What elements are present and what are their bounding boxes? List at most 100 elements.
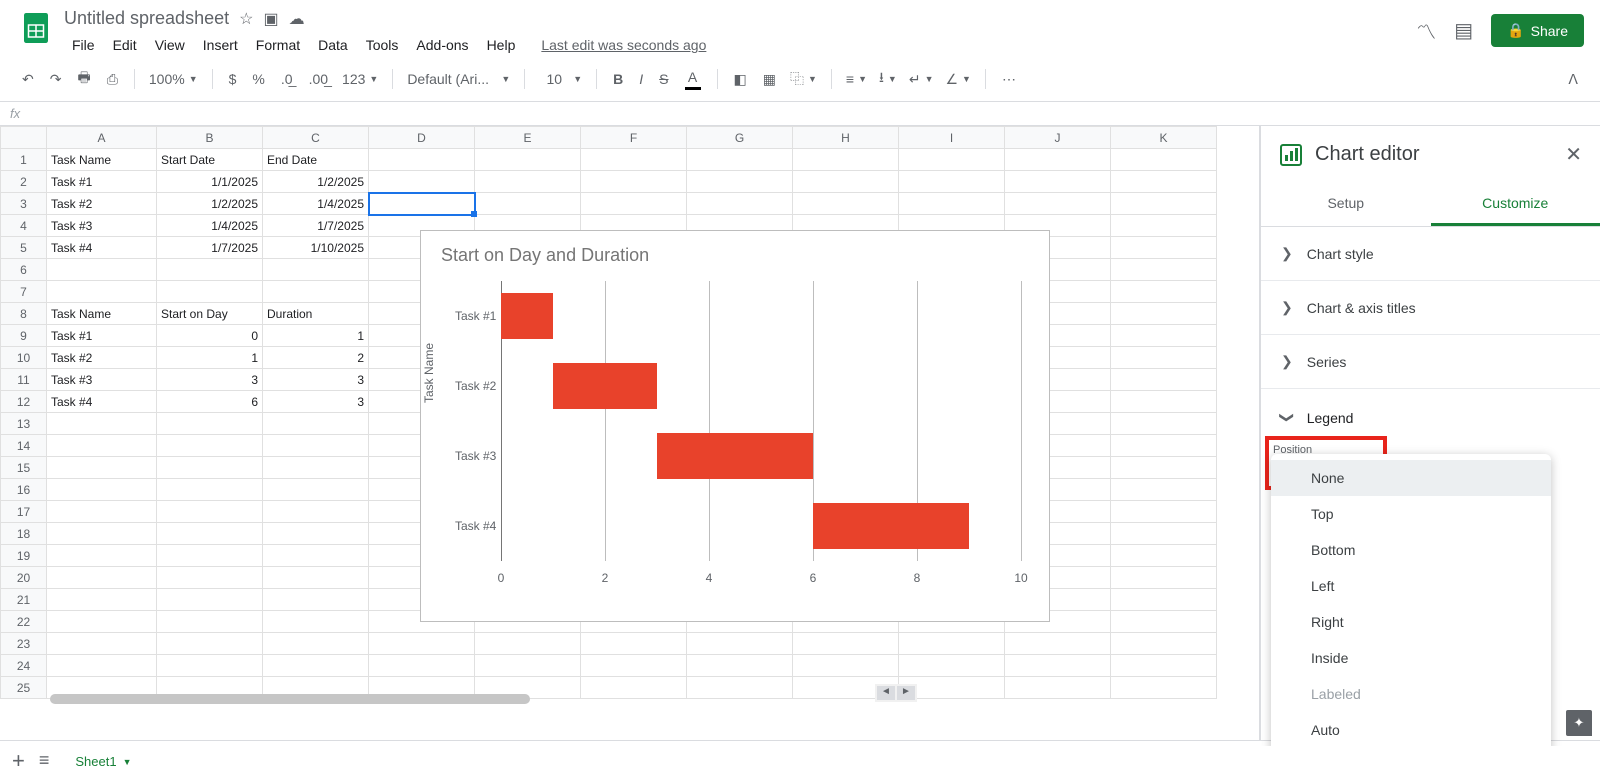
scroll-arrows[interactable]: ◄► bbox=[875, 684, 917, 702]
dec-decrease-button[interactable]: .0̲ bbox=[275, 67, 299, 91]
cell-B11[interactable]: 3 bbox=[157, 369, 263, 391]
cell-K22[interactable] bbox=[1111, 611, 1217, 633]
cell-F23[interactable] bbox=[581, 633, 687, 655]
horizontal-scrollbar[interactable] bbox=[50, 694, 530, 704]
merge-button[interactable]: ⿻▼ bbox=[786, 67, 821, 91]
cell-C23[interactable] bbox=[263, 633, 369, 655]
cell-J3[interactable] bbox=[1005, 193, 1111, 215]
cell-B5[interactable]: 1/7/2025 bbox=[157, 237, 263, 259]
row-header-17[interactable]: 17 bbox=[1, 501, 47, 523]
row-header-24[interactable]: 24 bbox=[1, 655, 47, 677]
cell-C19[interactable] bbox=[263, 545, 369, 567]
row-header-15[interactable]: 15 bbox=[1, 457, 47, 479]
cell-K25[interactable] bbox=[1111, 677, 1217, 699]
sheet-tab-1[interactable]: Sheet1▼ bbox=[63, 744, 143, 777]
position-option-bottom[interactable]: Bottom bbox=[1271, 532, 1551, 568]
cell-C11[interactable]: 3 bbox=[263, 369, 369, 391]
collapse-toolbar-button[interactable]: ᐱ bbox=[1562, 67, 1584, 92]
cell-C13[interactable] bbox=[263, 413, 369, 435]
cell-B22[interactable] bbox=[157, 611, 263, 633]
menu-addons[interactable]: Add-ons bbox=[408, 33, 476, 57]
menu-view[interactable]: View bbox=[147, 33, 193, 57]
cell-C2[interactable]: 1/2/2025 bbox=[263, 171, 369, 193]
print-button[interactable]: 🖶 bbox=[71, 63, 96, 95]
row-header-10[interactable]: 10 bbox=[1, 347, 47, 369]
cell-B10[interactable]: 1 bbox=[157, 347, 263, 369]
section-series[interactable]: ❯Series bbox=[1261, 335, 1600, 389]
cell-K17[interactable] bbox=[1111, 501, 1217, 523]
col-header-E[interactable]: E bbox=[475, 127, 581, 149]
tab-customize[interactable]: Customize bbox=[1431, 183, 1600, 226]
cell-E3[interactable] bbox=[475, 193, 581, 215]
cell-G25[interactable] bbox=[687, 677, 793, 699]
cell-K18[interactable] bbox=[1111, 523, 1217, 545]
row-header-23[interactable]: 23 bbox=[1, 633, 47, 655]
halign-button[interactable]: ≡▼ bbox=[842, 69, 871, 89]
row-header-7[interactable]: 7 bbox=[1, 281, 47, 303]
cell-C5[interactable]: 1/10/2025 bbox=[263, 237, 369, 259]
strike-button[interactable]: S bbox=[653, 67, 674, 91]
cell-B2[interactable]: 1/1/2025 bbox=[157, 171, 263, 193]
all-sheets-button[interactable]: ≡ bbox=[39, 750, 50, 771]
cell-K11[interactable] bbox=[1111, 369, 1217, 391]
chart-bar[interactable] bbox=[553, 363, 657, 409]
chart-bar[interactable] bbox=[501, 293, 553, 339]
position-option-right[interactable]: Right bbox=[1271, 604, 1551, 640]
cell-D3[interactable] bbox=[369, 193, 475, 215]
cell-B13[interactable] bbox=[157, 413, 263, 435]
cell-B6[interactable] bbox=[157, 259, 263, 281]
cell-F1[interactable] bbox=[581, 149, 687, 171]
cell-B23[interactable] bbox=[157, 633, 263, 655]
cell-C24[interactable] bbox=[263, 655, 369, 677]
move-icon[interactable]: ▣ bbox=[263, 9, 278, 29]
cell-B8[interactable]: Start on Day bbox=[157, 303, 263, 325]
toolbar-more-button[interactable]: ⋯ bbox=[996, 67, 1022, 92]
col-header-H[interactable]: H bbox=[793, 127, 899, 149]
cell-A24[interactable] bbox=[47, 655, 157, 677]
cell-J23[interactable] bbox=[1005, 633, 1111, 655]
cell-C22[interactable] bbox=[263, 611, 369, 633]
cell-B1[interactable]: Start Date bbox=[157, 149, 263, 171]
cell-A5[interactable]: Task #4 bbox=[47, 237, 157, 259]
cell-G23[interactable] bbox=[687, 633, 793, 655]
doc-title[interactable]: Untitled spreadsheet bbox=[64, 8, 229, 29]
row-header-1[interactable]: 1 bbox=[1, 149, 47, 171]
cell-H1[interactable] bbox=[793, 149, 899, 171]
wrap-button[interactable]: ↵▼ bbox=[905, 69, 938, 90]
cell-A23[interactable] bbox=[47, 633, 157, 655]
cell-B21[interactable] bbox=[157, 589, 263, 611]
cell-K19[interactable] bbox=[1111, 545, 1217, 567]
col-header-I[interactable]: I bbox=[899, 127, 1005, 149]
cell-B4[interactable]: 1/4/2025 bbox=[157, 215, 263, 237]
row-header-9[interactable]: 9 bbox=[1, 325, 47, 347]
cell-I24[interactable] bbox=[899, 655, 1005, 677]
cell-A15[interactable] bbox=[47, 457, 157, 479]
section-legend[interactable]: ❯Legend bbox=[1261, 401, 1600, 434]
cell-B24[interactable] bbox=[157, 655, 263, 677]
cell-F3[interactable] bbox=[581, 193, 687, 215]
col-header-F[interactable]: F bbox=[581, 127, 687, 149]
cell-E23[interactable] bbox=[475, 633, 581, 655]
row-header-16[interactable]: 16 bbox=[1, 479, 47, 501]
row-header-2[interactable]: 2 bbox=[1, 171, 47, 193]
cell-B18[interactable] bbox=[157, 523, 263, 545]
trend-icon[interactable]: 〽 bbox=[1416, 16, 1436, 45]
dec-increase-button[interactable]: .00̲ bbox=[303, 67, 334, 91]
share-button[interactable]: 🔒 Share bbox=[1491, 14, 1584, 47]
cell-A16[interactable] bbox=[47, 479, 157, 501]
position-option-left[interactable]: Left bbox=[1271, 568, 1551, 604]
cell-C9[interactable]: 1 bbox=[263, 325, 369, 347]
col-header-G[interactable]: G bbox=[687, 127, 793, 149]
cell-C14[interactable] bbox=[263, 435, 369, 457]
cell-F25[interactable] bbox=[581, 677, 687, 699]
cell-K20[interactable] bbox=[1111, 567, 1217, 589]
cell-B19[interactable] bbox=[157, 545, 263, 567]
cell-C6[interactable] bbox=[263, 259, 369, 281]
percent-button[interactable]: % bbox=[246, 67, 270, 91]
tab-setup[interactable]: Setup bbox=[1261, 183, 1431, 226]
cell-B7[interactable] bbox=[157, 281, 263, 303]
cell-B17[interactable] bbox=[157, 501, 263, 523]
star-icon[interactable]: ☆ bbox=[239, 9, 253, 29]
valign-button[interactable]: ⭳▼ bbox=[875, 65, 901, 93]
row-header-13[interactable]: 13 bbox=[1, 413, 47, 435]
